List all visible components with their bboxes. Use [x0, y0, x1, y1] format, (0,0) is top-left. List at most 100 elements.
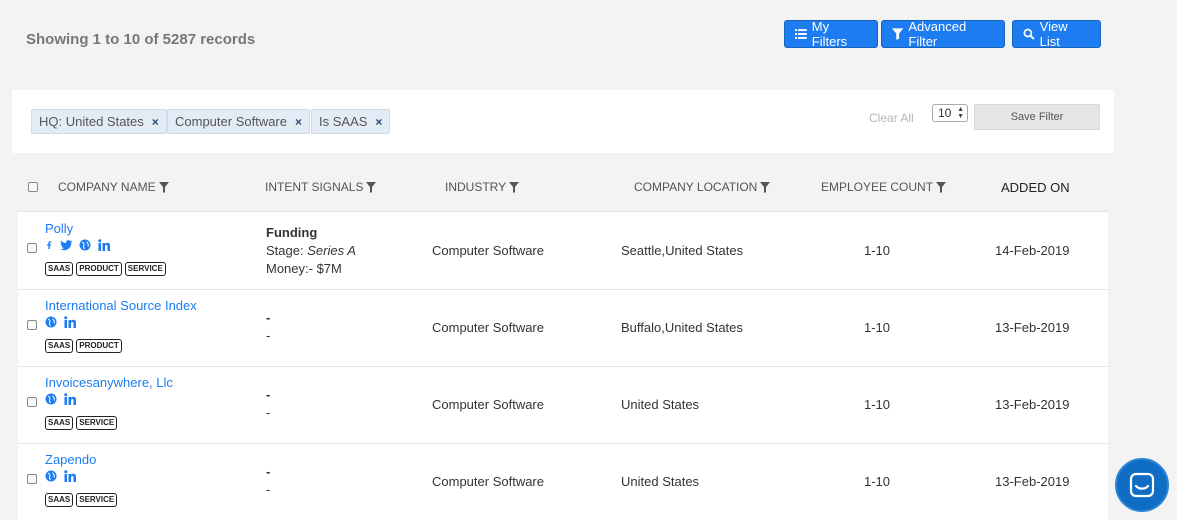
- globe-icon[interactable]: [79, 239, 91, 251]
- tag-badge: PRODUCT: [76, 339, 122, 353]
- active-filters-panel: HQ: United States × Computer Software × …: [12, 90, 1114, 153]
- column-company-location[interactable]: COMPANY LOCATION: [634, 180, 771, 194]
- linkedin-icon[interactable]: [64, 316, 76, 328]
- table-header: COMPANY NAME INTENT SIGNALS INDUSTRY COM…: [18, 162, 1108, 212]
- intent-signal-detail: -: [266, 482, 271, 497]
- social-links: [45, 239, 110, 251]
- added-on-cell: 14-Feb-2019: [995, 243, 1070, 258]
- column-added-on[interactable]: ADDED ON: [1001, 180, 1070, 195]
- linkedin-icon[interactable]: [64, 393, 76, 405]
- save-filter-button[interactable]: Save Filter: [974, 104, 1100, 130]
- globe-icon[interactable]: [45, 393, 57, 405]
- view-list-label: View List: [1039, 19, 1068, 49]
- employee-count-cell: 1-10: [864, 320, 891, 335]
- tag-badge: SERVICE: [76, 416, 118, 430]
- my-filters-button[interactable]: My Filters: [784, 19, 878, 49]
- filter-chip-label: Is SAAS: [319, 114, 368, 129]
- location-cell: Seattle,United States: [621, 243, 744, 258]
- intent-signal-title: Funding: [266, 225, 318, 240]
- column-label: COMPANY LOCATION: [634, 180, 758, 194]
- chat-launcher-button[interactable]: [1115, 458, 1169, 512]
- linkedin-icon[interactable]: [98, 239, 110, 251]
- added-on-cell: 13-Feb-2019: [995, 397, 1070, 412]
- company-name-link[interactable]: International Source Index: [45, 298, 197, 313]
- intent-signal-title: -: [266, 387, 271, 402]
- social-links: [45, 470, 76, 482]
- column-label: ADDED ON: [1001, 180, 1070, 195]
- added-on-cell: 13-Feb-2019: [995, 474, 1070, 489]
- tag-badge: SAAS: [45, 339, 74, 353]
- filter-icon[interactable]: [509, 181, 520, 193]
- remove-filter-icon[interactable]: ×: [295, 115, 302, 129]
- filter-icon: [892, 28, 904, 40]
- companies-table: COMPANY NAME INTENT SIGNALS INDUSTRY COM…: [18, 162, 1108, 520]
- company-name-link[interactable]: Zapendo: [45, 452, 96, 467]
- intent-signal-title: -: [266, 464, 271, 479]
- filter-chip-label: HQ: United States: [39, 114, 144, 129]
- company-tags: SAAS SERVICE: [45, 416, 118, 430]
- company-name-link[interactable]: Polly: [45, 221, 73, 236]
- facebook-icon[interactable]: [45, 239, 53, 251]
- advanced-filter-button[interactable]: Advanced Filter: [881, 19, 1005, 49]
- globe-icon[interactable]: [45, 470, 57, 482]
- industry-cell: Computer Software: [432, 243, 544, 258]
- employee-count-cell: 1-10: [864, 243, 891, 258]
- table-row: Polly SAAS PRODUCT SERVICE Funding Stage…: [18, 213, 1108, 290]
- filter-chip-label: Computer Software: [175, 114, 287, 129]
- tag-badge: SAAS: [45, 493, 74, 507]
- tag-badge: SERVICE: [76, 493, 118, 507]
- remove-filter-icon[interactable]: ×: [375, 115, 382, 129]
- list-icon: [795, 29, 807, 39]
- tag-badge: SAAS: [45, 262, 74, 276]
- column-employee-count[interactable]: EMPLOYEE COUNT: [821, 180, 947, 194]
- column-industry[interactable]: INDUSTRY: [445, 180, 520, 194]
- added-on-cell: 13-Feb-2019: [995, 320, 1070, 335]
- employee-count-cell: 1-10: [864, 397, 891, 412]
- industry-cell: Computer Software: [432, 474, 544, 489]
- column-label: INTENT SIGNALS: [265, 180, 364, 194]
- page-size-value: 10: [938, 106, 952, 120]
- tag-badge: SERVICE: [124, 262, 166, 276]
- column-intent-signals[interactable]: INTENT SIGNALS: [265, 180, 377, 194]
- tag-badge: SAAS: [45, 416, 74, 430]
- stage-label: Stage:: [266, 243, 304, 258]
- column-company-name[interactable]: COMPANY NAME: [58, 180, 169, 194]
- view-list-button[interactable]: View List: [1012, 19, 1101, 49]
- filter-chip-industry: Computer Software ×: [167, 109, 311, 134]
- records-count: Showing 1 to 10 of 5287 records: [26, 31, 256, 48]
- row-checkbox[interactable]: [27, 320, 37, 330]
- page-size-stepper[interactable]: 10 ▲ ▼: [932, 104, 968, 122]
- table-row: Zapendo SAAS SERVICE - - Computer Softwa…: [18, 444, 1108, 520]
- filter-icon[interactable]: [760, 181, 771, 193]
- row-checkbox[interactable]: [27, 243, 37, 253]
- column-label: INDUSTRY: [445, 180, 507, 194]
- filter-icon[interactable]: [366, 181, 377, 193]
- linkedin-icon[interactable]: [64, 470, 76, 482]
- table-row: International Source Index SAAS PRODUCT …: [18, 290, 1108, 367]
- row-checkbox[interactable]: [27, 397, 37, 407]
- clear-all-link[interactable]: Clear All: [869, 111, 914, 125]
- company-tags: SAAS PRODUCT: [45, 339, 122, 353]
- social-links: [45, 393, 76, 405]
- filter-icon[interactable]: [936, 181, 947, 193]
- column-label: COMPANY NAME: [58, 180, 156, 194]
- industry-cell: Computer Software: [432, 397, 544, 412]
- remove-filter-icon[interactable]: ×: [152, 115, 159, 129]
- row-checkbox[interactable]: [27, 474, 37, 484]
- location-cell: Buffalo,United States: [621, 320, 743, 335]
- table-row: Invoicesanywhere, Llc SAAS SERVICE - - C…: [18, 367, 1108, 444]
- location-cell: United States: [621, 397, 700, 412]
- stage-value: Series A: [307, 243, 356, 258]
- industry-cell: Computer Software: [432, 320, 544, 335]
- stepper-arrows-icon[interactable]: ▲ ▼: [957, 106, 964, 120]
- intent-signal-stage: Stage: Series A: [266, 243, 356, 258]
- filter-icon[interactable]: [158, 181, 169, 193]
- twitter-icon[interactable]: [60, 239, 72, 251]
- select-all-checkbox[interactable]: [28, 182, 38, 192]
- intent-signal-detail: -: [266, 328, 271, 343]
- globe-icon[interactable]: [45, 316, 57, 328]
- company-tags: SAAS SERVICE: [45, 493, 118, 507]
- company-name-link[interactable]: Invoicesanywhere, Llc: [45, 375, 173, 390]
- advanced-filter-label: Advanced Filter: [908, 19, 967, 49]
- chat-icon: [1129, 472, 1155, 498]
